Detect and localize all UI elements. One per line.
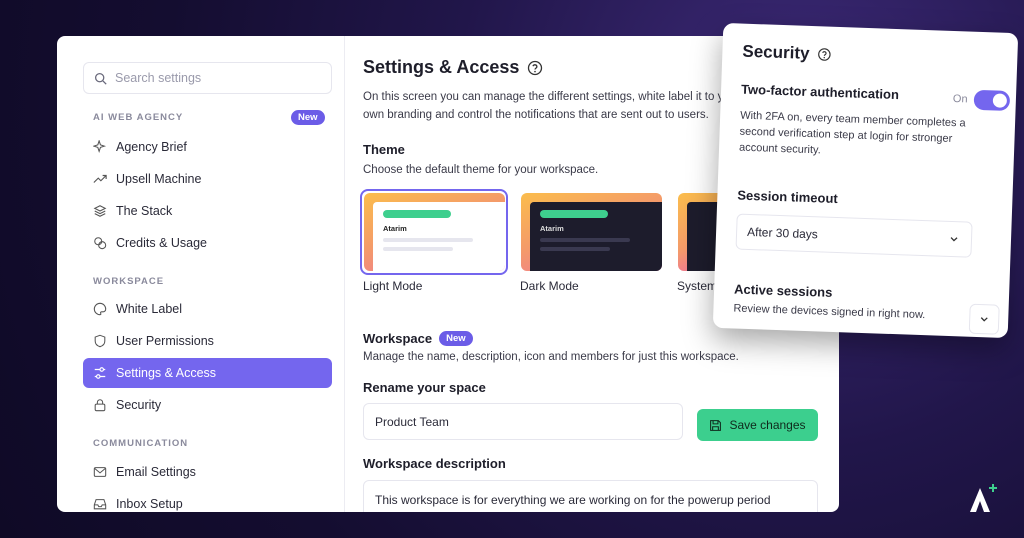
- section-label-workspace: WORKSPACE: [93, 276, 165, 287]
- sidebar-item-the-stack[interactable]: The Stack: [83, 196, 332, 226]
- sidebar-item-label: The Stack: [116, 204, 173, 218]
- layers-icon: [93, 205, 107, 217]
- sidebar: Search settings AI WEB AGENCY New Agency…: [57, 36, 345, 512]
- trend-up-icon: [93, 174, 107, 183]
- sidebar-item-label: Credits & Usage: [116, 236, 208, 250]
- shield-icon: [94, 334, 106, 348]
- save-changes-label: Save changes: [729, 418, 806, 432]
- save-changes-button[interactable]: Save changes: [697, 409, 818, 441]
- sidebar-item-agency-brief[interactable]: Agency Brief: [83, 132, 332, 162]
- section-label-communication: COMMUNICATION: [93, 438, 189, 449]
- sidebar-item-email-settings[interactable]: Email Settings: [83, 457, 332, 487]
- palette-icon: [93, 302, 107, 316]
- preview-bar: [383, 210, 451, 218]
- search-icon: [94, 72, 107, 85]
- sparkle-icon: [93, 140, 107, 154]
- theme-preview: Atarim: [530, 202, 662, 271]
- section-label-agency: AI WEB AGENCY: [93, 112, 184, 123]
- chevron-down-icon: [980, 317, 988, 322]
- save-icon: [710, 419, 722, 431]
- active-sessions-heading: Active sessions: [733, 281, 833, 300]
- sidebar-item-label: Settings & Access: [116, 366, 217, 380]
- active-sessions-expand-button[interactable]: [968, 303, 1000, 335]
- preview-name: Atarim: [383, 224, 407, 233]
- rename-label: Rename your space: [363, 380, 486, 395]
- theme-heading: Theme: [363, 142, 405, 157]
- workspace-heading-text: Workspace: [363, 331, 433, 346]
- preview-bar: [540, 210, 608, 218]
- sidebar-item-inbox-setup[interactable]: Inbox Setup: [83, 489, 332, 512]
- sidebar-item-label: Inbox Setup: [116, 497, 183, 511]
- theme-option-dark[interactable]: Atarim: [521, 193, 662, 271]
- lock-icon: [94, 399, 106, 412]
- new-badge: New: [291, 110, 325, 125]
- search-placeholder: Search settings: [115, 71, 202, 85]
- sidebar-item-credits-usage[interactable]: Credits & Usage: [83, 228, 332, 258]
- page-title-text: Settings & Access: [363, 57, 520, 77]
- page-description: On this screen you can manage the differ…: [363, 91, 740, 121]
- sidebar-item-label: Upsell Machine: [116, 172, 202, 186]
- sidebar-item-upsell-machine[interactable]: Upsell Machine: [83, 164, 332, 194]
- session-timeout-select[interactable]: After 30 days: [735, 213, 973, 258]
- security-panel: Security Two-factor authentication On Wi…: [712, 22, 1019, 339]
- chevron-down-icon: [950, 237, 958, 242]
- coins-icon: [94, 237, 107, 250]
- session-timeout-value: After 30 days: [746, 224, 819, 242]
- twofa-description: With 2FA on, every team member completes…: [738, 109, 966, 157]
- twofa-heading: Two-factor authentication: [740, 81, 900, 103]
- new-badge: New: [439, 331, 473, 346]
- workspace-heading: Workspace New: [363, 331, 473, 346]
- theme-label-light: Light Mode: [363, 279, 423, 293]
- help-icon[interactable]: [527, 60, 543, 76]
- sidebar-item-label: Security: [116, 398, 162, 412]
- mail-icon: [93, 467, 107, 477]
- page-title: Settings & Access: [363, 57, 543, 78]
- brand-logo: [970, 484, 997, 512]
- session-timeout-heading: Session timeout: [737, 187, 839, 207]
- sidebar-item-settings-access[interactable]: Settings & Access: [83, 358, 332, 388]
- help-icon[interactable]: [817, 47, 831, 61]
- sidebar-item-user-permissions[interactable]: User Permissions: [83, 326, 332, 356]
- theme-subtitle: Choose the default theme for your worksp…: [363, 164, 599, 176]
- sidebar-item-label: User Permissions: [116, 334, 214, 348]
- theme-option-light[interactable]: Atarim: [364, 193, 505, 271]
- security-title: Security: [742, 42, 832, 65]
- theme-preview: Atarim: [373, 202, 505, 271]
- sidebar-item-label: Email Settings: [116, 465, 196, 479]
- sliders-icon: [94, 367, 106, 379]
- theme-label-dark: Dark Mode: [520, 279, 579, 293]
- security-title-text: Security: [742, 41, 810, 63]
- preview-name: Atarim: [540, 224, 564, 233]
- twofa-toggle[interactable]: [973, 89, 1011, 111]
- workspace-subtitle: Manage the name, description, icon and m…: [363, 351, 739, 363]
- description-label: Workspace description: [363, 456, 506, 471]
- inbox-icon: [93, 499, 107, 510]
- active-sessions-description: Review the devices signed in right now.: [733, 302, 926, 322]
- toggle-knob: [992, 93, 1008, 108]
- workspace-description-input[interactable]: This workspace is for everything we are …: [363, 480, 818, 512]
- workspace-name-input[interactable]: Product Team: [363, 403, 683, 440]
- search-input[interactable]: Search settings: [83, 62, 332, 94]
- twofa-state: On: [952, 93, 968, 106]
- sidebar-item-label: Agency Brief: [116, 140, 187, 154]
- sidebar-item-security[interactable]: Security: [83, 390, 332, 420]
- sidebar-item-label: White Label: [116, 302, 183, 316]
- sidebar-item-white-label[interactable]: White Label: [83, 294, 332, 324]
- theme-label-system: System: [677, 279, 718, 293]
